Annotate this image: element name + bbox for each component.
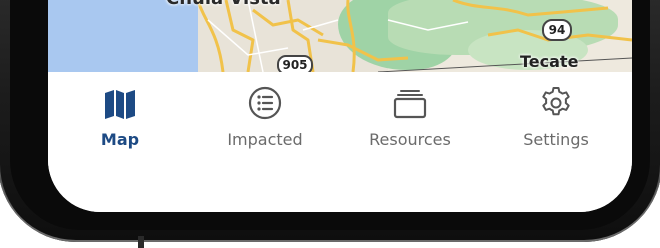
tab-settings[interactable]: Settings bbox=[491, 80, 621, 160]
map-icon bbox=[105, 90, 135, 119]
app-screen: Chula Vista 94 905 Tecate Map bbox=[48, 0, 632, 212]
tab-resources[interactable]: Resources bbox=[345, 80, 475, 160]
tab-resources-label: Resources bbox=[369, 130, 451, 149]
map-city-label-tecate: Tecate bbox=[520, 52, 579, 71]
tab-bar: Map Impacted Resources Settings bbox=[48, 72, 632, 212]
gear-icon bbox=[542, 87, 570, 116]
tab-map-label: Map bbox=[100, 130, 140, 149]
route-905-shield: 905 bbox=[277, 55, 313, 72]
phone-frame: Chula Vista 94 905 Tecate Map bbox=[0, 0, 660, 248]
list-icon bbox=[248, 86, 282, 120]
tab-settings-label: Settings bbox=[523, 130, 589, 149]
phone-side-button bbox=[138, 236, 144, 248]
route-94-shield: 94 bbox=[542, 19, 572, 41]
tab-impacted[interactable]: Impacted bbox=[200, 80, 330, 160]
tab-impacted-label: Impacted bbox=[227, 130, 303, 149]
map-city-label: Chula Vista bbox=[166, 0, 281, 9]
stack-icon bbox=[393, 90, 427, 119]
map-view[interactable]: Chula Vista 94 905 Tecate bbox=[48, 0, 632, 72]
tab-map[interactable]: Map bbox=[55, 80, 185, 160]
